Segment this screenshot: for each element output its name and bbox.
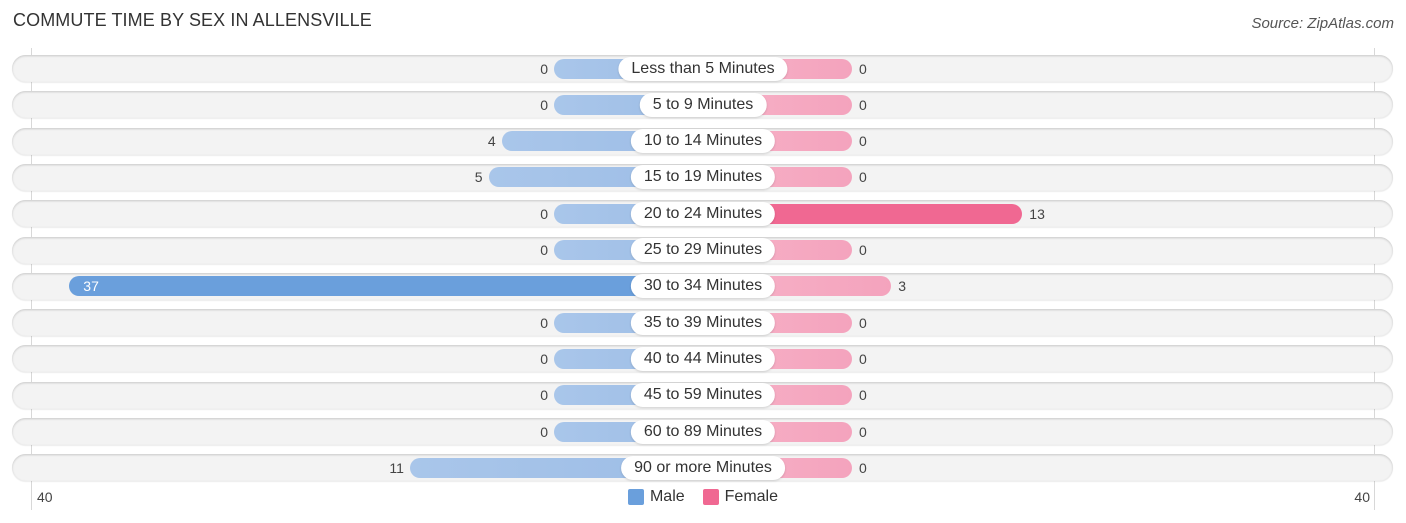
female-value-label: 0 bbox=[859, 60, 867, 77]
female-value-label: 13 bbox=[1029, 205, 1045, 222]
legend: Male Female bbox=[0, 488, 1406, 506]
category-label: 15 to 19 Minutes bbox=[630, 165, 776, 190]
male-value-label: 0 bbox=[540, 423, 548, 440]
category-label: Less than 5 Minutes bbox=[618, 56, 788, 81]
female-value-label: 0 bbox=[859, 96, 867, 113]
female-value-label: 0 bbox=[859, 314, 867, 331]
female-value-label: 0 bbox=[859, 423, 867, 440]
category-label: 40 to 44 Minutes bbox=[630, 346, 776, 371]
legend-label-male: Male bbox=[649, 488, 685, 505]
female-value-label: 0 bbox=[859, 459, 867, 476]
legend-item-male: Male bbox=[627, 488, 685, 506]
legend-swatch-male bbox=[627, 489, 644, 505]
legend-label-female: Female bbox=[724, 488, 779, 505]
female-value-label: 0 bbox=[859, 133, 867, 150]
male-value-label: 37 bbox=[83, 278, 99, 295]
male-value-label: 0 bbox=[540, 242, 548, 258]
female-value-label: 0 bbox=[859, 169, 867, 186]
female-value-label: 0 bbox=[859, 387, 867, 404]
male-value-label: 0 bbox=[540, 60, 548, 77]
category-label: 20 to 24 Minutes bbox=[630, 201, 776, 226]
female-value-label: 3 bbox=[898, 278, 907, 295]
category-label: 5 to 9 Minutes bbox=[639, 92, 767, 117]
chart-source: Source: ZipAtlas.com bbox=[1251, 15, 1394, 32]
male-value-label: 0 bbox=[540, 387, 548, 404]
legend-swatch-female bbox=[702, 489, 719, 505]
category-label: 35 to 39 Minutes bbox=[630, 310, 776, 335]
category-label: 45 to 59 Minutes bbox=[630, 383, 776, 408]
legend-item-female: Female bbox=[702, 488, 779, 506]
male-value-label: 4 bbox=[487, 133, 496, 150]
male-value-label: 0 bbox=[540, 314, 548, 331]
category-label: 60 to 89 Minutes bbox=[630, 419, 776, 444]
male-bar[interactable] bbox=[69, 276, 703, 297]
category-label: 25 to 29 Minutes bbox=[630, 238, 776, 262]
male-value-label: 0 bbox=[540, 96, 548, 113]
female-value-label: 0 bbox=[859, 242, 867, 258]
male-value-label: 11 bbox=[389, 459, 404, 476]
male-value-label: 5 bbox=[474, 169, 483, 186]
chart-title: COMMUTE TIME BY SEX IN ALLENSVILLE bbox=[13, 10, 372, 30]
female-value-label: 0 bbox=[859, 350, 867, 367]
category-label: 10 to 14 Minutes bbox=[630, 129, 776, 154]
category-label: 90 or more Minutes bbox=[621, 455, 785, 480]
male-value-label: 0 bbox=[540, 350, 548, 367]
male-value-label: 0 bbox=[540, 205, 548, 222]
category-label: 30 to 34 Minutes bbox=[630, 274, 776, 299]
